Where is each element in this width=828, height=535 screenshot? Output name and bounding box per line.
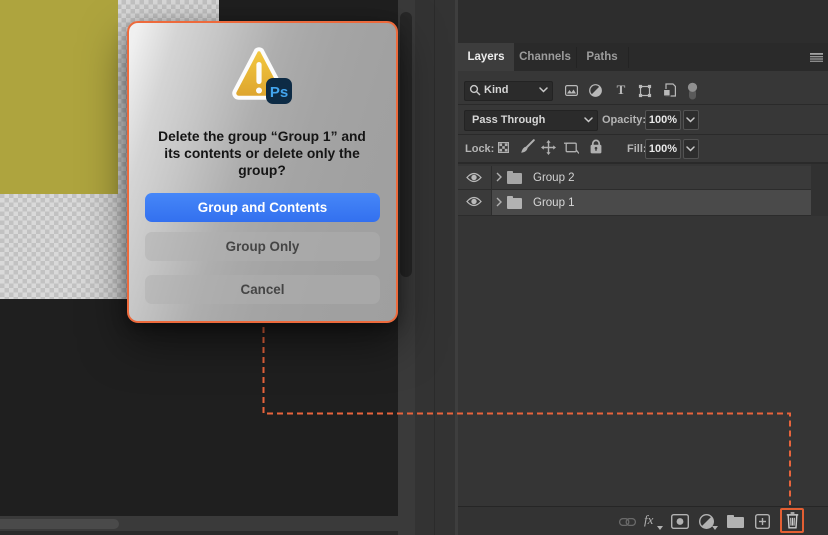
- svg-text:Ps: Ps: [270, 84, 288, 101]
